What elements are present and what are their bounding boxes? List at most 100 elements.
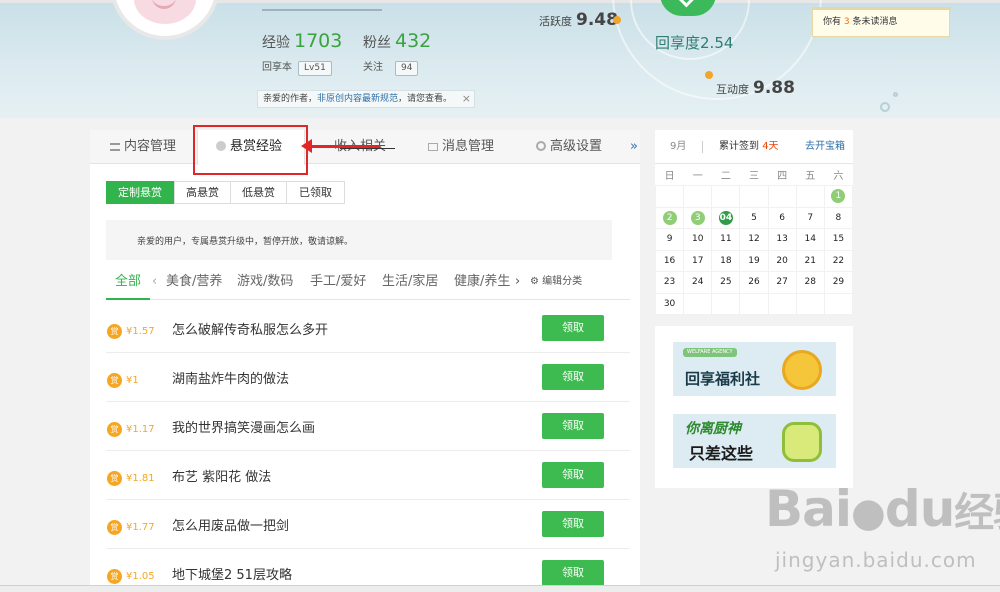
subtab-high[interactable]: 高悬赏 [174, 181, 231, 204]
calendar-day[interactable]: 30 [654, 292, 685, 315]
question-title[interactable]: 地下城堡2 51层攻略 [172, 568, 292, 584]
calendar-empty-cell [654, 185, 685, 208]
calendar-day[interactable]: 15 [823, 228, 854, 251]
calendar-day[interactable]: 21 [795, 249, 825, 272]
open-treasure-link[interactable]: 去开宝箱 [805, 130, 845, 164]
calendar-day[interactable]: 9 [654, 228, 685, 251]
fans-stat[interactable]: 粉丝 432 [363, 30, 431, 52]
calendar-day[interactable]: 10 [683, 228, 713, 251]
calendar-day[interactable]: 23 [654, 271, 685, 294]
category-bar: 全部 ‹ 美食/营养 游戏/数码 手工/爱好 生活/家居 健康/养生 › ⚙ 编… [106, 270, 630, 300]
calendar-day[interactable]: 3 [683, 206, 713, 229]
calendar-empty-cell [711, 292, 741, 315]
calendar-day[interactable]: 8 [823, 206, 854, 229]
share-degree: 回享度2.54 [655, 34, 734, 52]
category-food[interactable]: 美食/营养 [166, 270, 222, 294]
subtab-low[interactable]: 低悬赏 [230, 181, 287, 204]
edit-categories-button[interactable]: ⚙ 编辑分类 [530, 270, 582, 294]
chef-ad-banner[interactable]: 你离厨神 只差这些 [673, 414, 836, 468]
tab-messages[interactable]: 消息管理 [428, 130, 494, 164]
calendar-day[interactable]: 24 [683, 271, 713, 294]
notice-link[interactable]: 非原创内容最新规范 [317, 94, 398, 104]
tab-advanced-settings[interactable]: 高级设置 [536, 130, 602, 164]
claim-button[interactable]: 领取 [542, 560, 604, 586]
claim-button[interactable]: 领取 [542, 364, 604, 390]
category-next-icon[interactable]: › [515, 270, 520, 294]
tab-content-management[interactable]: 内容管理 [110, 130, 176, 164]
question-title[interactable]: 布艺 紫阳花 做法 [172, 470, 271, 486]
calendar-day[interactable]: 22 [823, 249, 854, 272]
calendar-day[interactable]: 20 [767, 249, 797, 272]
calendar-day[interactable]: 14 [795, 228, 825, 251]
subtab-custom[interactable]: 定制悬赏 [106, 181, 174, 204]
category-prev-icon[interactable]: ‹ [152, 270, 157, 294]
category-games[interactable]: 游戏/数码 [237, 270, 293, 294]
calendar-day[interactable]: 2 [654, 206, 685, 229]
reward-amount: ¥1.17 [126, 424, 155, 435]
weekday-label: 二 [720, 171, 731, 182]
ad-title-line1: 你离厨神 [685, 421, 741, 437]
info-notice: 亲爱的用户，专属悬赏升级中，暂停开放，敬请谅解。 [106, 220, 612, 260]
question-title[interactable]: 我的世界搞笑漫画怎么画 [172, 421, 315, 437]
bounty-coin-icon: 赏 [107, 471, 122, 486]
ad-tag: WELFARE AGENCY [683, 348, 737, 357]
highlight-box [193, 125, 308, 175]
calendar-day[interactable]: 12 [739, 228, 769, 251]
category-health[interactable]: 健康/养生 [454, 270, 510, 294]
calendar-day[interactable]: 26 [739, 271, 769, 294]
category-home[interactable]: 生活/家居 [382, 270, 438, 294]
unread-messages[interactable]: 你有 3 条未读消息 [812, 7, 951, 37]
follow-stat[interactable]: 关注 94 [363, 58, 419, 76]
claim-button[interactable]: 领取 [542, 462, 604, 488]
calendar-day[interactable]: 29 [823, 271, 854, 294]
ad-title-line2: 只差这些 [689, 444, 754, 463]
calendar-day[interactable]: 27 [767, 271, 797, 294]
claim-button[interactable]: 领取 [542, 511, 604, 537]
calendar-day[interactable]: 11 [711, 228, 741, 251]
calendar-day[interactable]: 16 [654, 249, 685, 272]
calendar-empty-cell [739, 292, 769, 315]
question-title[interactable]: 怎么破解传奇私服怎么多开 [172, 323, 328, 339]
calendar-day[interactable]: 1 [823, 185, 854, 208]
unread-count: 3 [843, 17, 850, 27]
avatar[interactable] [110, 0, 220, 40]
question-title[interactable]: 湖南盐炸牛肉的做法 [172, 372, 289, 388]
weekday-label: 六 [833, 171, 844, 182]
calendar-day[interactable]: 18 [711, 249, 741, 272]
calendar-day[interactable]: 04 [711, 206, 741, 229]
more-tabs-icon[interactable]: » [630, 130, 638, 164]
calendar-day[interactable]: 13 [767, 228, 797, 251]
category-crafts[interactable]: 手工/爱好 [310, 270, 366, 294]
share-book-stat: 回享本 Lv51 [262, 58, 332, 76]
level-badge: Lv51 [298, 61, 332, 76]
calendar-day[interactable]: 6 [767, 206, 797, 229]
claim-button[interactable]: 领取 [542, 413, 604, 439]
browser-status-bar [0, 585, 1000, 592]
claim-button[interactable]: 领取 [542, 315, 604, 341]
calendar-day[interactable]: 17 [683, 249, 713, 272]
category-all[interactable]: 全部 [115, 270, 141, 294]
profile-banner: 经验 1703 粉丝 432 回享本 Lv51 关注 94 亲爱的作者，非原创内容最新规… [0, 0, 1000, 118]
subtab-claimed[interactable]: 已领取 [286, 181, 345, 204]
welfare-ad-banner[interactable]: WELFARE AGENCY 回享福利社 [673, 342, 836, 396]
ads-panel: WELFARE AGENCY 回享福利社 你离厨神 只差这些 [655, 326, 853, 488]
question-title[interactable]: 怎么用废品做一把剑 [172, 519, 289, 535]
calendar-day[interactable]: 25 [711, 271, 741, 294]
close-icon[interactable]: × [462, 91, 471, 107]
bounty-coin-icon: 赏 [107, 422, 122, 437]
strike-line [340, 148, 395, 149]
watermark-url: jingyan.baidu.com [775, 548, 977, 572]
share-dot-icon [705, 71, 713, 79]
calendar-empty-cell [767, 185, 797, 208]
share-degree-value: 2.54 [700, 34, 734, 52]
mail-icon [428, 143, 438, 151]
calendar-empty-cell [795, 292, 825, 315]
calendar-day[interactable]: 19 [739, 249, 769, 272]
calendar-day[interactable]: 7 [795, 206, 825, 229]
calendar-day[interactable]: 5 [739, 206, 769, 229]
calendar-empty-cell [711, 185, 741, 208]
interact-value: 9.88 [753, 78, 795, 98]
gear-icon: ⚙ [530, 276, 539, 287]
calendar-empty-cell [767, 292, 797, 315]
calendar-day[interactable]: 28 [795, 271, 825, 294]
